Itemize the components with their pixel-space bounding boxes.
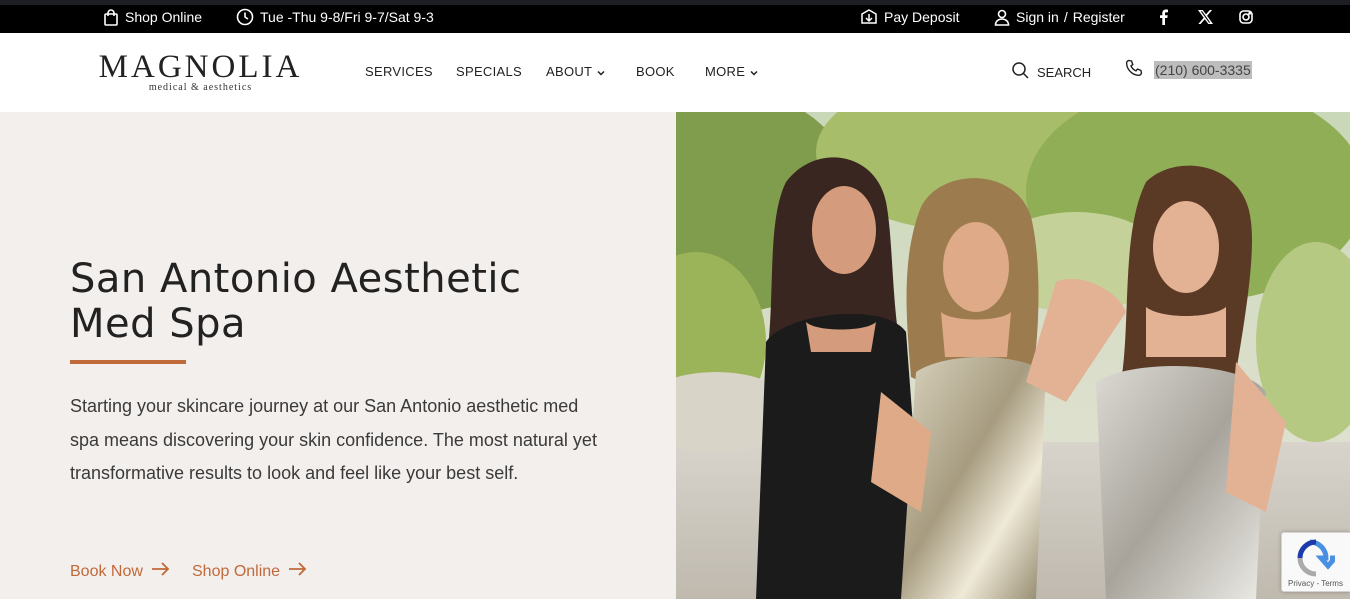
shop-online-link[interactable]: Shop Online <box>103 7 202 27</box>
shop-online-cta-label: Shop Online <box>192 562 281 580</box>
hero-title-line2: Med Spa <box>70 301 247 347</box>
phone-number: (210) 600-3335 <box>1154 60 1252 79</box>
search-icon <box>1012 62 1029 82</box>
hours-label: Tue -Thu 9-8/Fri 9-7/Sat 9-3 <box>260 9 434 25</box>
logo-wordmark: MAGNOLIA <box>98 49 303 85</box>
shop-online-label: Shop Online <box>125 9 203 25</box>
search-button[interactable]: SEARCH <box>1012 62 1091 82</box>
chevron-down-icon <box>597 64 605 79</box>
arrow-right-icon <box>143 562 170 581</box>
user-icon <box>994 9 1010 26</box>
account-separator: / <box>1063 9 1068 25</box>
x-twitter-icon[interactable] <box>1196 8 1214 26</box>
nav-more-label: MORE <box>705 64 746 79</box>
phone-link[interactable]: (210) 600-3335 <box>1125 59 1252 80</box>
book-now-label: Book Now <box>70 562 143 580</box>
phone-icon <box>1125 59 1143 80</box>
nav-specials[interactable]: SPECIALS <box>456 64 522 79</box>
hours-info: Tue -Thu 9-8/Fri 9-7/Sat 9-3 <box>236 7 434 27</box>
recaptcha-icon <box>1297 539 1341 582</box>
nav-more[interactable]: MORE <box>705 64 758 79</box>
title-underline <box>70 360 186 364</box>
sign-in-link[interactable]: Sign in <box>1016 9 1059 25</box>
shop-online-button[interactable]: Shop Online <box>192 562 307 581</box>
nav-book[interactable]: BOOK <box>636 64 675 79</box>
pay-deposit-label: Pay Deposit <box>884 9 960 25</box>
search-label: SEARCH <box>1037 64 1092 80</box>
nav-about-label: ABOUT <box>546 64 593 79</box>
hero-photo <box>676 112 1350 599</box>
clock-icon <box>236 8 254 26</box>
pay-deposit-link[interactable]: Pay Deposit <box>860 7 959 27</box>
account-links: Sign in / Register <box>994 7 1125 27</box>
nav-book-label: BOOK <box>636 64 675 79</box>
hero-content <box>0 112 676 599</box>
hero-title-line1: San Antonio Aesthetic <box>70 256 522 302</box>
recaptcha-badge[interactable]: Privacy - Terms <box>1281 532 1350 592</box>
nav-specials-label: SPECIALS <box>456 64 522 79</box>
site-logo[interactable]: MAGNOLIA medical & aesthetics <box>98 49 303 94</box>
site-header: MAGNOLIA medical & aesthetics SERVICES S… <box>0 33 1350 112</box>
hero-title: San Antonio Aesthetic Med Spa <box>70 257 630 347</box>
deposit-box-icon <box>860 8 878 26</box>
arrow-right-icon <box>280 562 307 581</box>
top-bar: Shop Online Tue -Thu 9-8/Fri 9-7/Sat 9-3… <box>0 0 1350 33</box>
instagram-icon[interactable] <box>1237 8 1255 26</box>
register-link[interactable]: Register <box>1073 9 1125 25</box>
nav-services[interactable]: SERVICES <box>365 64 433 79</box>
shopping-bag-icon <box>103 8 119 26</box>
facebook-icon[interactable] <box>1154 8 1172 26</box>
hero-description: Starting your skincare journey at our Sa… <box>70 396 597 483</box>
book-now-button[interactable]: Book Now <box>70 562 170 581</box>
nav-services-label: SERVICES <box>365 64 433 79</box>
chevron-down-icon <box>750 64 758 79</box>
recaptcha-terms[interactable]: Privacy - Terms <box>1288 579 1343 588</box>
nav-about[interactable]: ABOUT <box>546 64 605 79</box>
